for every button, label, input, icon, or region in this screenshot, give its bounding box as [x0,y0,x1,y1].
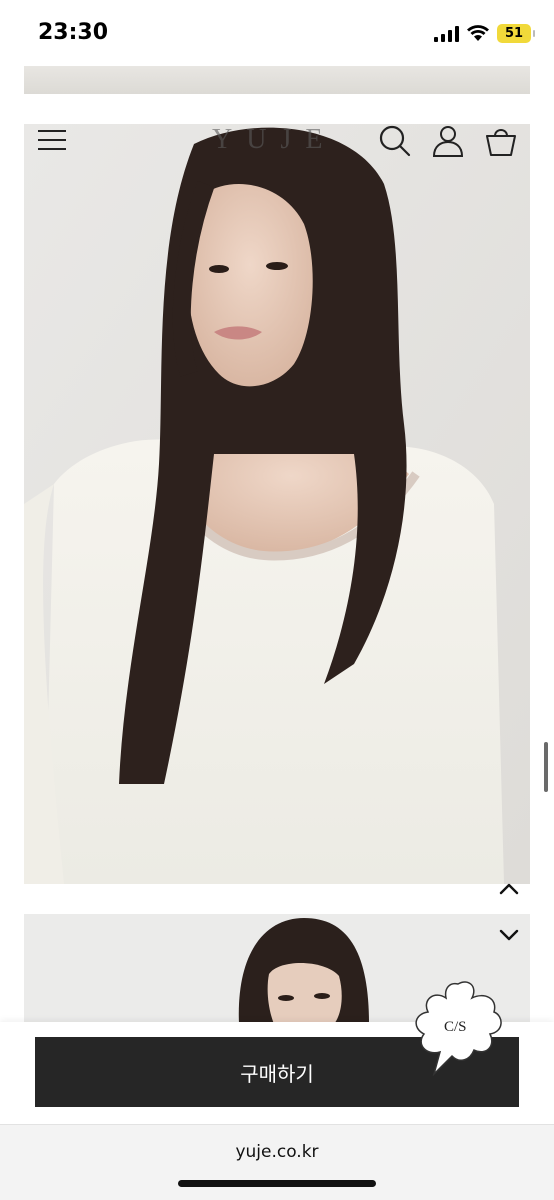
product-photo-previous [24,66,530,94]
model-photo-image [24,124,530,884]
url-label[interactable]: yuje.co.kr [0,1142,554,1162]
search-icon[interactable] [378,124,412,158]
scrollbar[interactable] [544,742,548,792]
battery-level: 51 [504,26,524,41]
status-time: 23:30 [38,20,109,45]
home-indicator[interactable] [178,1180,376,1187]
chevron-up-icon[interactable] [496,878,522,900]
battery-indicator: 51 [497,24,535,43]
cart-icon[interactable] [484,124,518,158]
brand-logo[interactable]: YUJE [212,124,336,156]
wifi-icon [467,25,489,41]
product-page: 23:30 51 YUJE 구매하기 C/S yuje.co.kr [0,0,554,1200]
browser-footer [0,1124,554,1200]
menu-icon[interactable] [38,128,68,152]
status-bar: 23:30 51 [0,0,554,66]
cs-label[interactable]: C/S [444,1019,467,1036]
account-icon[interactable] [432,124,464,158]
signal-icon [434,26,459,42]
product-photo-main[interactable] [24,124,530,884]
chevron-down-icon[interactable] [496,924,522,946]
